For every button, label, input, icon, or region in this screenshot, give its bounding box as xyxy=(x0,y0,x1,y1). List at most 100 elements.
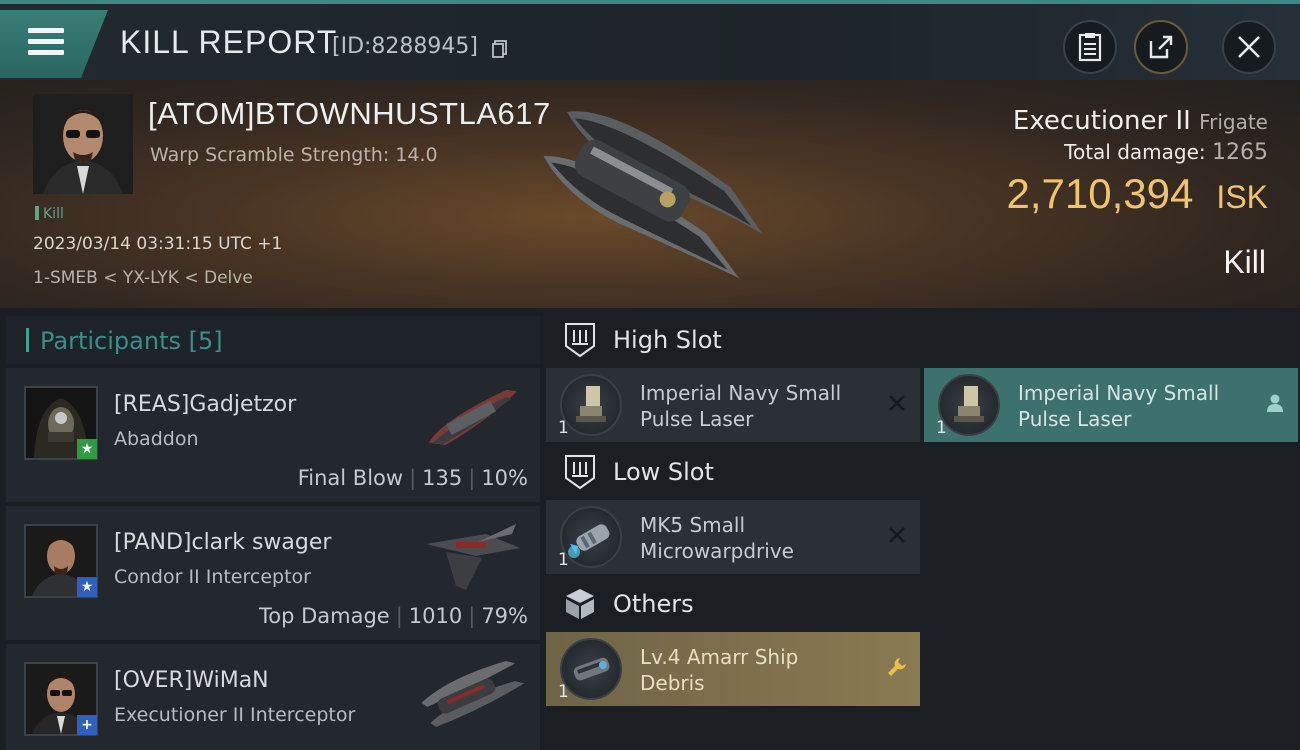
hamburger-menu-icon xyxy=(28,28,64,58)
cargo-box-icon xyxy=(566,589,594,619)
module-name-line1: MK5 Small xyxy=(640,513,745,537)
participant-ship-image xyxy=(428,389,517,446)
high-slot-label: High Slot xyxy=(613,326,722,354)
share-button[interactable] xyxy=(1134,20,1188,74)
module-item-selected[interactable]: 1 Imperial Navy Small Pulse Laser xyxy=(924,368,1298,442)
participant-row[interactable]: ★ [REAS]Gadjetzor Abaddon Final Blow | 135… xyxy=(6,368,540,502)
header-bar: KILL REPORT [ID:8288945] xyxy=(0,4,1300,80)
total-damage-row: Total damage: 1265 xyxy=(1064,140,1268,165)
module-name-line2: Debris xyxy=(640,671,705,695)
participant-ship: Condor II Interceptor xyxy=(114,566,311,588)
participant-damage: 1010 xyxy=(408,604,463,628)
total-damage-label: Total damage: xyxy=(1064,140,1206,164)
module-item[interactable]: 1 Lv.4 Amarr Ship Debris xyxy=(546,632,920,706)
participants-count: [5] xyxy=(188,327,223,355)
module-icon xyxy=(560,374,622,436)
corp-star-badge: ★ xyxy=(77,577,97,597)
isk-unit: ISK xyxy=(1216,179,1268,215)
participant-avatar[interactable]: ★ xyxy=(24,524,98,598)
participant-role: Top Damage xyxy=(258,604,390,628)
module-name: MK5 Small Microwarpdrive xyxy=(640,512,794,564)
participant-damage: 135 xyxy=(422,466,463,490)
clipboard-icon xyxy=(1078,33,1102,62)
isk-value-row: 2,710,394 ISK xyxy=(1006,170,1268,218)
others-label: Others xyxy=(613,590,694,618)
participant-name[interactable]: [PAND]clark swager xyxy=(114,530,331,555)
module-icon xyxy=(938,374,1000,436)
kill-datetime: 2023/03/14 03:31:15 UTC +1 xyxy=(33,234,283,254)
participants-title: Participants [5] xyxy=(40,327,223,355)
victim-ship-image xyxy=(543,111,763,279)
module-quantity: 1 xyxy=(558,550,569,570)
isk-value: 2,710,394 xyxy=(1006,170,1194,217)
menu-button[interactable] xyxy=(0,10,108,78)
participant-name[interactable]: [REAS]Gadjetzor xyxy=(114,392,296,417)
low-slot-label: Low Slot xyxy=(613,458,714,486)
high-slot-header: High Slot xyxy=(546,314,920,370)
copy-id-icon[interactable] xyxy=(492,40,508,58)
participants-header: Participants [5] xyxy=(6,316,540,364)
participant-ship: Executioner II Interceptor xyxy=(114,704,356,726)
participant-row[interactable]: ★ [PAND]clark swager Condor II Intercept… xyxy=(6,506,540,640)
module-item[interactable]: 1 Imperial Navy Small Pulse Laser xyxy=(546,368,920,442)
participant-name[interactable]: [OVER]WiMaN xyxy=(114,668,269,693)
module-name-line2: Pulse Laser xyxy=(640,407,754,431)
ship-class: Frigate xyxy=(1199,110,1268,134)
participant-stats: Top Damage | 1010 | 79% xyxy=(258,604,528,628)
close-icon[interactable] xyxy=(886,392,908,414)
clipboard-button[interactable] xyxy=(1063,20,1117,74)
participant-avatar[interactable]: ★ xyxy=(24,386,98,460)
participant-percent: 10% xyxy=(481,466,528,490)
corp-star-badge: ★ xyxy=(77,439,97,459)
kill-location[interactable]: 1-SMEB < YX-LYK < Delve xyxy=(33,268,253,288)
module-name: Imperial Navy Small Pulse Laser xyxy=(1018,380,1219,432)
victim-ship-name[interactable]: Executioner II Frigate xyxy=(1013,106,1268,136)
others-header: Others xyxy=(546,578,920,634)
participants-panel: Participants [5] ★ [REAS]Gadjetzor Abadd… xyxy=(6,316,540,750)
victim-banner: [ATOM]BTOWNHUSTLA617 Warp Scramble Stren… xyxy=(0,80,1300,308)
low-slot-icon xyxy=(565,455,595,490)
person-icon[interactable] xyxy=(1264,392,1286,414)
wrench-icon[interactable] xyxy=(886,656,908,678)
participant-role: Final Blow xyxy=(297,466,404,490)
participant-stats: Final Blow | 135 | 10% xyxy=(297,466,528,490)
module-quantity: 1 xyxy=(558,682,569,702)
victim-portrait-icon xyxy=(33,94,133,194)
high-slot-icon xyxy=(565,323,595,358)
participant-ship-image xyxy=(426,524,520,590)
warp-scramble-strength: Warp Scramble Strength: 14.0 xyxy=(150,144,438,166)
module-quantity: 1 xyxy=(558,418,569,438)
kill-tag: Kill xyxy=(35,206,64,222)
report-id: [ID:8288945] xyxy=(332,34,478,59)
close-icon[interactable] xyxy=(886,524,908,546)
module-quantity: 1 xyxy=(936,418,947,438)
ship-debris-icon xyxy=(573,657,610,681)
victim-name[interactable]: [ATOM]BTOWNHUSTLA617 xyxy=(148,96,551,132)
module-name-line2: Microwarpdrive xyxy=(640,539,794,563)
close-button[interactable] xyxy=(1222,20,1276,74)
victim-avatar[interactable] xyxy=(33,94,133,194)
corp-plus-badge: + xyxy=(77,715,97,735)
low-slot-header: Low Slot xyxy=(546,446,920,502)
result-label: Kill xyxy=(1223,244,1266,280)
total-damage-value: 1265 xyxy=(1212,140,1268,165)
page-title: KILL REPORT xyxy=(120,24,338,60)
pulse-laser-icon xyxy=(954,386,984,422)
module-name-line1: Imperial Navy Small xyxy=(1018,381,1220,405)
share-icon xyxy=(1149,35,1173,59)
module-name-line1: Imperial Navy Small xyxy=(640,381,842,405)
module-icon xyxy=(560,638,622,700)
participant-ship: Abaddon xyxy=(114,428,199,450)
participant-percent: 79% xyxy=(481,604,528,628)
module-item[interactable]: 1 MK5 Small Microwarpdrive xyxy=(546,500,920,574)
module-name-line1: Lv.4 Amarr Ship xyxy=(640,645,799,669)
module-name: Lv.4 Amarr Ship Debris xyxy=(640,644,798,696)
ship-name-text: Executioner II xyxy=(1012,106,1191,136)
header-accent-bar xyxy=(26,328,29,352)
participant-ship-image xyxy=(421,661,525,727)
pulse-laser-icon xyxy=(576,386,606,422)
module-name-line2: Pulse Laser xyxy=(1018,407,1132,431)
participant-row[interactable]: + [OVER]WiMaN Executioner II Interceptor xyxy=(6,644,540,750)
microwarpdrive-icon xyxy=(568,524,610,558)
participant-avatar[interactable]: + xyxy=(24,662,98,736)
